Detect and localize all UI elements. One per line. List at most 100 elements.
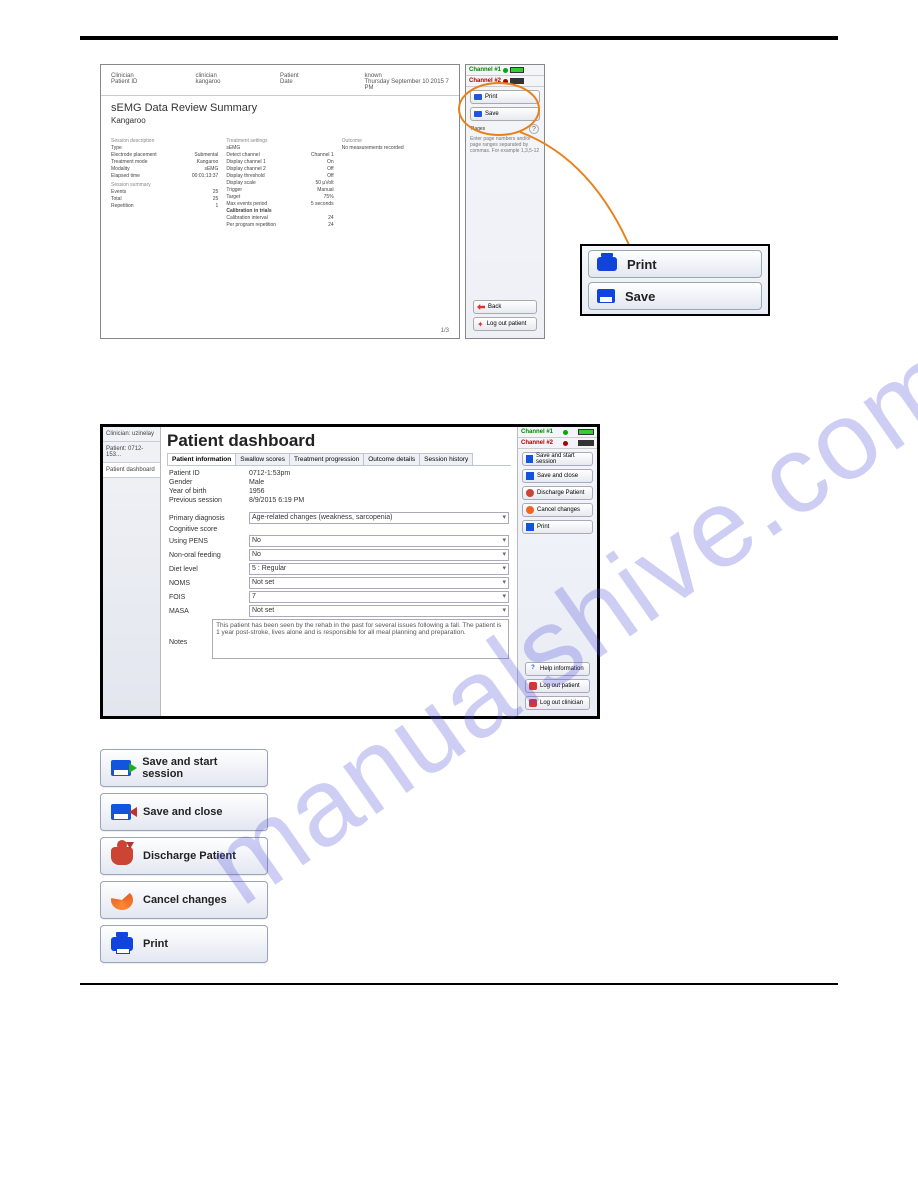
cognitive-label: Cognitive score bbox=[169, 526, 249, 533]
diagnosis-label: Primary diagnosis bbox=[169, 515, 249, 522]
cancel-button[interactable]: Cancel changes bbox=[522, 503, 593, 517]
tab-session-history[interactable]: Session history bbox=[419, 453, 473, 465]
pages-label: Pages bbox=[471, 126, 485, 132]
prev-session-label: Previous session bbox=[169, 497, 249, 504]
tab-outcome-details[interactable]: Outcome details bbox=[363, 453, 420, 465]
masa-select[interactable]: Not set▾ bbox=[249, 605, 509, 617]
tab-swallow-scores[interactable]: Swallow scores bbox=[235, 453, 290, 465]
back-arrow-icon bbox=[477, 304, 485, 310]
yob-value: 1956 bbox=[249, 488, 509, 495]
diagnosis-select[interactable]: Age-related changes (weakness, sarcopeni… bbox=[249, 512, 509, 524]
col-heading: Outcome bbox=[342, 138, 449, 144]
hdr-val: kangaroo bbox=[196, 79, 281, 91]
discharge-button[interactable]: Discharge Patient bbox=[522, 486, 593, 500]
channel-2-status: Channel #2 bbox=[466, 76, 544, 87]
battery-icon bbox=[510, 67, 524, 73]
battery-icon bbox=[510, 78, 524, 84]
patient-id-value: 0712-1:53pm bbox=[249, 470, 509, 477]
undo-icon bbox=[526, 506, 534, 514]
print-button[interactable]: Print bbox=[522, 520, 593, 534]
logout-icon bbox=[529, 682, 537, 690]
chevron-down-icon: ▾ bbox=[502, 535, 506, 547]
printer-icon bbox=[474, 94, 482, 100]
channel-1-status: Channel #1 bbox=[518, 427, 597, 438]
report-patient: Kangaroo bbox=[101, 114, 459, 131]
channel-1-status: Channel #1 bbox=[466, 65, 544, 76]
printer-icon bbox=[526, 523, 534, 531]
pens-label: Using PENS bbox=[169, 538, 249, 545]
report-title: sEMG Data Review Summary bbox=[101, 96, 459, 114]
cancel-changes-button[interactable]: Cancel changes bbox=[100, 881, 268, 919]
disk-icon bbox=[474, 111, 482, 117]
discharge-patient-button[interactable]: Discharge Patient bbox=[100, 837, 268, 875]
chevron-down-icon: ▾ bbox=[502, 549, 506, 561]
undo-icon bbox=[111, 889, 133, 911]
disk-arrow-right-icon bbox=[111, 757, 132, 779]
tab-patient-information[interactable]: Patient information bbox=[167, 453, 236, 465]
logout-icon: ✦ bbox=[477, 320, 484, 329]
save-start-session-button[interactable]: Save and start session bbox=[100, 749, 268, 787]
status-dot-icon bbox=[563, 430, 568, 435]
disk-icon bbox=[526, 472, 534, 480]
help-button[interactable]: ?Help information bbox=[525, 662, 590, 676]
chevron-down-icon: ▾ bbox=[502, 605, 506, 617]
col-heading: Session description bbox=[111, 138, 218, 144]
save-button[interactable]: Save bbox=[470, 107, 540, 121]
col-heading: Treatment settings bbox=[226, 138, 333, 144]
notes-textarea[interactable]: This patient has been seen by the rehab … bbox=[212, 619, 509, 659]
discharge-icon bbox=[111, 845, 133, 867]
report-side-panel: Channel #1 Channel #2 Print Save Pages ? bbox=[465, 64, 545, 339]
print-button[interactable]: Print bbox=[100, 925, 268, 963]
status-dot-icon bbox=[563, 441, 568, 446]
masa-label: MASA bbox=[169, 608, 249, 615]
dashboard-left-sidebar: Clinician: uzinelay Patient: 0712-153...… bbox=[103, 427, 161, 716]
sidebar-clinician: Clinician: uzinelay bbox=[103, 427, 160, 442]
back-button[interactable]: Back bbox=[473, 300, 537, 314]
report-col-outcome: Outcome No measurements recorded bbox=[342, 135, 449, 229]
dashboard-main: Patient dashboard Patient information Sw… bbox=[161, 427, 517, 716]
report-window: Clinician clinician Patient known Patien… bbox=[100, 64, 460, 339]
report-col-session: Session description Type Electrode place… bbox=[111, 135, 218, 229]
report-body: Session description Type Electrode place… bbox=[101, 131, 459, 233]
channel-2-status: Channel #2 bbox=[518, 438, 597, 449]
hdr-val: Thursday September 10 2015 7 PM bbox=[365, 79, 450, 91]
save-close-button[interactable]: Save and close bbox=[100, 793, 268, 831]
feeding-label: Non-oral feeding bbox=[169, 552, 249, 559]
save-start-button[interactable]: Save and start session bbox=[522, 452, 593, 466]
page-indicator: 1/3 bbox=[441, 328, 449, 334]
noms-select[interactable]: Not set▾ bbox=[249, 577, 509, 589]
noms-label: NOMS bbox=[169, 580, 249, 587]
bottom-rule bbox=[80, 983, 838, 985]
gender-label: Gender bbox=[169, 479, 249, 486]
fois-select[interactable]: 7▾ bbox=[249, 591, 509, 603]
logout-patient-button[interactable]: Log out patient bbox=[525, 679, 590, 693]
zoom-print-button[interactable]: Print bbox=[588, 250, 762, 278]
chevron-down-icon: ▾ bbox=[502, 512, 506, 524]
feeding-select[interactable]: No▾ bbox=[249, 549, 509, 561]
disk-arrow-left-icon bbox=[111, 801, 133, 823]
printer-icon bbox=[597, 257, 617, 271]
help-icon[interactable]: ? bbox=[529, 124, 539, 134]
hdr-lbl: Patient ID bbox=[111, 79, 196, 91]
zoom-save-button[interactable]: Save bbox=[588, 282, 762, 310]
person-icon bbox=[526, 489, 534, 497]
chevron-down-icon: ▾ bbox=[502, 577, 506, 589]
zoom-panel: Print Save bbox=[580, 244, 770, 316]
sidebar-current[interactable]: Patient dashboard bbox=[103, 463, 160, 478]
patient-info-form: Patient ID0712-1:53pm GenderMale Year of… bbox=[167, 466, 511, 665]
gender-value: Male bbox=[249, 479, 509, 486]
pens-select[interactable]: No▾ bbox=[249, 535, 509, 547]
report-header: Clinician clinician Patient known Patien… bbox=[101, 65, 459, 96]
chevron-down-icon: ▾ bbox=[502, 563, 506, 575]
prev-session-value: 8/9/2015 6:19 PM bbox=[249, 497, 509, 504]
dashboard-right-panel: Channel #1 Channel #2 Save and start ses… bbox=[517, 427, 597, 716]
hdr-lbl: Date bbox=[280, 79, 365, 91]
dashboard-tabs: Patient information Swallow scores Treat… bbox=[167, 453, 511, 466]
tab-treatment-progression[interactable]: Treatment progression bbox=[289, 453, 364, 465]
logout-clinician-button[interactable]: Log out clinician bbox=[525, 696, 590, 710]
save-close-button[interactable]: Save and close bbox=[522, 469, 593, 483]
page-title: Patient dashboard bbox=[167, 431, 511, 451]
logout-patient-button[interactable]: ✦ Log out patient bbox=[473, 317, 537, 331]
print-button[interactable]: Print bbox=[470, 90, 540, 104]
diet-select[interactable]: 5 : Regular▾ bbox=[249, 563, 509, 575]
